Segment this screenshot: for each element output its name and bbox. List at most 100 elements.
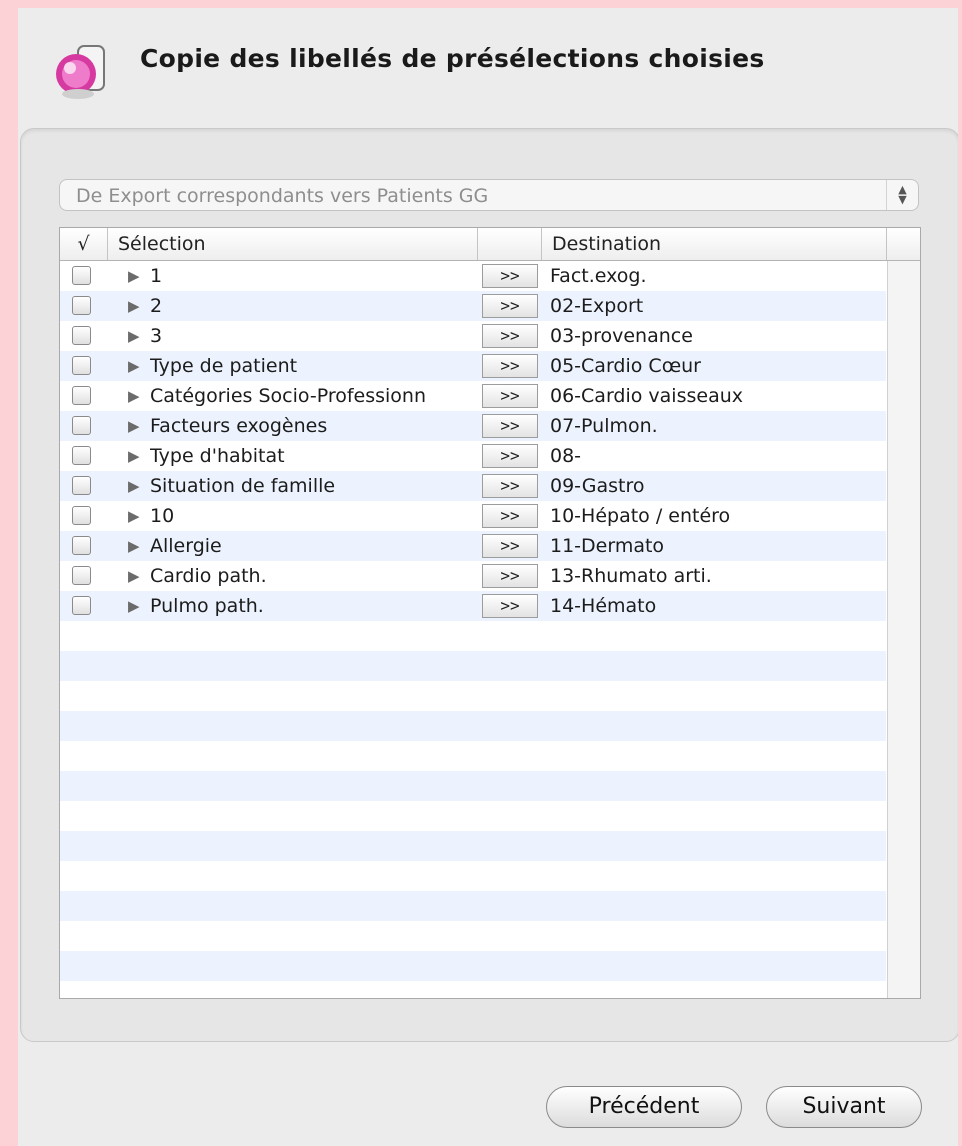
popup-value: De Export correspondants vers Patients G…: [76, 185, 489, 207]
table-row[interactable]: ▶ Facteurs exogènes >> 07-Pulmon.: [60, 411, 886, 441]
empty-table-row: [60, 921, 886, 951]
disclosure-triangle-icon[interactable]: ▶: [128, 471, 140, 501]
copy-to-destination-button[interactable]: >>: [482, 324, 538, 348]
selection-label: 2: [150, 295, 163, 317]
empty-table-row: [60, 651, 886, 681]
content-group-box: De Export correspondants vers Patients G…: [20, 128, 958, 1042]
destination-label: 13-Rhumato arti.: [550, 565, 712, 587]
selection-label: 10: [150, 505, 175, 527]
copy-to-destination-button[interactable]: >>: [482, 504, 538, 528]
empty-table-row: [60, 981, 886, 998]
destination-label: 05-Cardio Cœur: [550, 355, 701, 377]
table-row[interactable]: ▶ 2 >> 02-Export: [60, 291, 886, 321]
copy-to-destination-button[interactable]: >>: [482, 534, 538, 558]
copy-to-destination-button[interactable]: >>: [482, 354, 538, 378]
empty-table-row: [60, 891, 886, 921]
destination-label: 06-Cardio vaisseaux: [550, 385, 744, 407]
empty-table-row: [60, 681, 886, 711]
table-row[interactable]: ▶ Pulmo path. >> 14-Hémato: [60, 591, 886, 621]
empty-table-row: [60, 621, 886, 651]
destination-label: 07-Pulmon.: [550, 415, 658, 437]
disclosure-triangle-icon[interactable]: ▶: [128, 381, 140, 411]
destination-label: 11-Dermato: [550, 535, 665, 557]
popup-arrows-icon[interactable]: ▲ ▼: [886, 180, 918, 210]
selection-label: Cardio path.: [150, 565, 267, 587]
table-row[interactable]: ▶ Cardio path. >> 13-Rhumato arti.: [60, 561, 886, 591]
selection-label: Catégories Socio-Professionn: [150, 385, 427, 407]
copy-to-destination-button[interactable]: >>: [482, 264, 538, 288]
table-row[interactable]: ▶ Allergie >> 11-Dermato: [60, 531, 886, 561]
column-header-check[interactable]: √: [60, 228, 108, 260]
row-checkbox[interactable]: [72, 566, 91, 585]
selection-label: Type d'habitat: [150, 445, 285, 467]
row-checkbox[interactable]: [72, 266, 91, 285]
table-row[interactable]: ▶ 3 >> 03-provenance: [60, 321, 886, 351]
row-checkbox[interactable]: [72, 506, 91, 525]
copy-to-destination-button[interactable]: >>: [482, 414, 538, 438]
dialog-title: Copie des libellés de présélections choi…: [140, 44, 765, 73]
selection-label: Pulmo path.: [150, 595, 264, 617]
disclosure-triangle-icon[interactable]: ▶: [128, 591, 140, 621]
disclosure-triangle-icon[interactable]: ▶: [128, 561, 140, 591]
next-button[interactable]: Suivant: [766, 1086, 922, 1128]
empty-table-row: [60, 771, 886, 801]
table-row[interactable]: ▶ Situation de famille >> 09-Gastro: [60, 471, 886, 501]
copy-to-destination-button[interactable]: >>: [482, 294, 538, 318]
row-checkbox[interactable]: [72, 596, 91, 615]
row-checkbox[interactable]: [72, 476, 91, 495]
copy-to-destination-button[interactable]: >>: [482, 384, 538, 408]
destination-label: 14-Hémato: [550, 595, 657, 617]
copy-to-destination-button[interactable]: >>: [482, 564, 538, 588]
empty-table-row: [60, 951, 886, 981]
disclosure-triangle-icon[interactable]: ▶: [128, 531, 140, 561]
empty-table-row: [60, 861, 886, 891]
copy-to-destination-button[interactable]: >>: [482, 444, 538, 468]
table-row[interactable]: ▶ Catégories Socio-Professionn >> 06-Cardio…: [60, 381, 886, 411]
table-header: √ Sélection Destination: [60, 228, 920, 261]
column-header-copy: [478, 228, 542, 260]
preselection-table: √ Sélection Destination ▶ 1 >> Fact.exog. ▶ 2…: [59, 227, 921, 999]
table-row[interactable]: ▶ Type d'habitat >> 08-: [60, 441, 886, 471]
row-checkbox[interactable]: [72, 446, 91, 465]
previous-button[interactable]: Précédent: [546, 1086, 742, 1128]
empty-table-row: [60, 711, 886, 741]
disclosure-triangle-icon[interactable]: ▶: [128, 321, 140, 351]
selection-label: Facteurs exogènes: [150, 415, 328, 437]
disclosure-triangle-icon[interactable]: ▶: [128, 351, 140, 381]
vertical-scrollbar[interactable]: [887, 261, 920, 998]
disclosure-triangle-icon[interactable]: ▶: [128, 501, 140, 531]
empty-table-row: [60, 741, 886, 771]
row-checkbox[interactable]: [72, 416, 91, 435]
selection-label: Allergie: [150, 535, 222, 557]
destination-label: 02-Export: [550, 295, 644, 317]
destination-label: 09-Gastro: [550, 475, 645, 497]
pink-ball-scroll-icon: [56, 45, 105, 99]
selection-label: 1: [150, 265, 163, 287]
dialog-header: Copie des libellés de présélections choi…: [18, 8, 958, 128]
disclosure-triangle-icon[interactable]: ▶: [128, 411, 140, 441]
preselection-source-popup[interactable]: De Export correspondants vers Patients G…: [59, 179, 919, 211]
table-row[interactable]: ▶ 10 >> 10-Hépato / entéro: [60, 501, 886, 531]
destination-label: Fact.exog.: [550, 265, 647, 287]
destination-label: 08-: [550, 445, 582, 467]
selection-label: Situation de famille: [150, 475, 336, 497]
row-checkbox[interactable]: [72, 536, 91, 555]
disclosure-triangle-icon[interactable]: ▶: [128, 261, 140, 291]
destination-label: 10-Hépato / entéro: [550, 505, 731, 527]
empty-table-row: [60, 831, 886, 861]
row-checkbox[interactable]: [72, 296, 91, 315]
selection-label: Type de patient: [150, 355, 298, 377]
table-row[interactable]: ▶ 1 >> Fact.exog.: [60, 261, 886, 291]
disclosure-triangle-icon[interactable]: ▶: [128, 441, 140, 471]
row-checkbox[interactable]: [72, 356, 91, 375]
copy-to-destination-button[interactable]: >>: [482, 594, 538, 618]
disclosure-triangle-icon[interactable]: ▶: [128, 291, 140, 321]
row-checkbox[interactable]: [72, 326, 91, 345]
column-header-selection[interactable]: Sélection: [108, 228, 478, 260]
copy-to-destination-button[interactable]: >>: [482, 474, 538, 498]
column-header-corner: [887, 228, 920, 260]
column-header-destination[interactable]: Destination: [542, 228, 887, 260]
table-body: ▶ 1 >> Fact.exog. ▶ 2 >> 02-Export ▶ 3 >> 03-proven…: [60, 261, 886, 998]
row-checkbox[interactable]: [72, 386, 91, 405]
table-row[interactable]: ▶ Type de patient >> 05-Cardio Cœur: [60, 351, 886, 381]
